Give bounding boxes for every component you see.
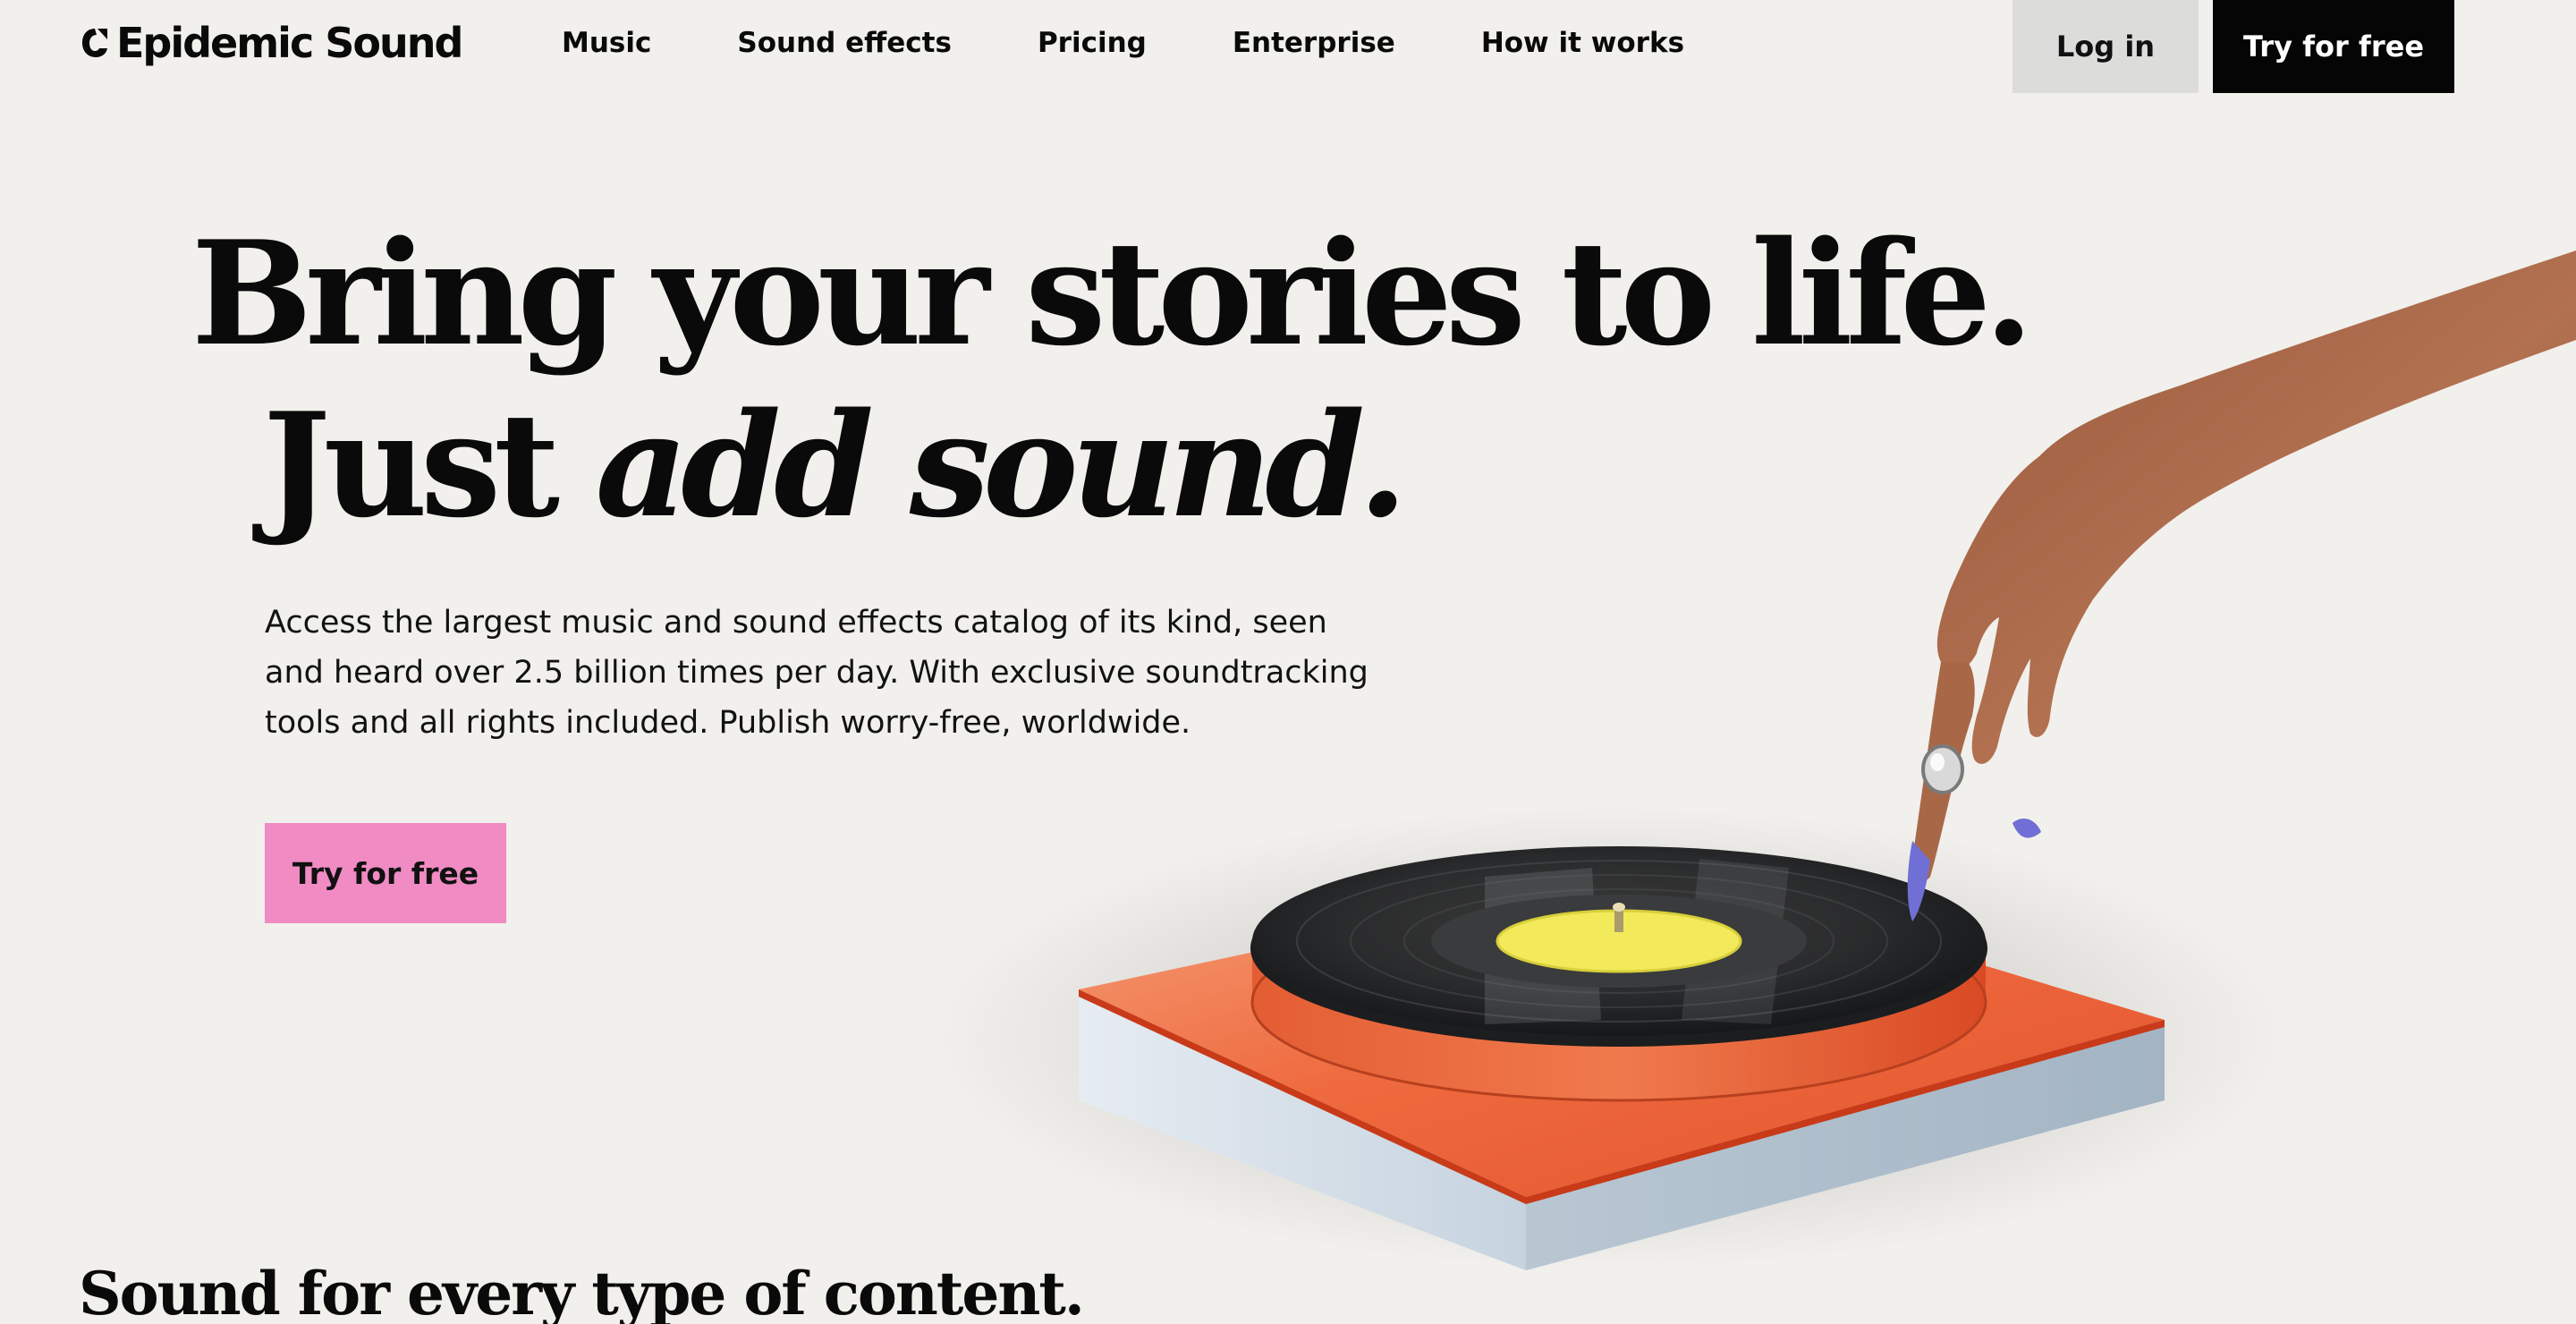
section-title: Sound for every type of content.: [79, 1259, 1085, 1324]
try-for-free-hero-button[interactable]: Try for free: [265, 823, 506, 923]
try-for-free-nav-button[interactable]: Try for free: [2213, 0, 2454, 93]
brand-logo[interactable]: Epidemic Sound: [80, 16, 463, 70]
brand-name: Epidemic Sound: [116, 19, 463, 67]
top-navigation: Epidemic Sound Music Sound effects Prici…: [0, 0, 2576, 93]
primary-menu: Music Sound effects Pricing Enterprise H…: [562, 23, 1684, 63]
nav-link-how-it-works[interactable]: How it works: [1481, 23, 1684, 63]
login-button[interactable]: Log in: [2012, 0, 2199, 93]
turntable-hand-illustration: [930, 250, 2576, 1270]
nav-link-music[interactable]: Music: [562, 23, 651, 63]
nav-link-enterprise[interactable]: Enterprise: [1233, 23, 1395, 63]
nav-link-pricing[interactable]: Pricing: [1038, 23, 1147, 63]
nav-link-sound-effects[interactable]: Sound effects: [737, 23, 952, 63]
headline-plain-text: Just: [263, 381, 560, 549]
epidemic-logo-icon: [82, 29, 107, 57]
